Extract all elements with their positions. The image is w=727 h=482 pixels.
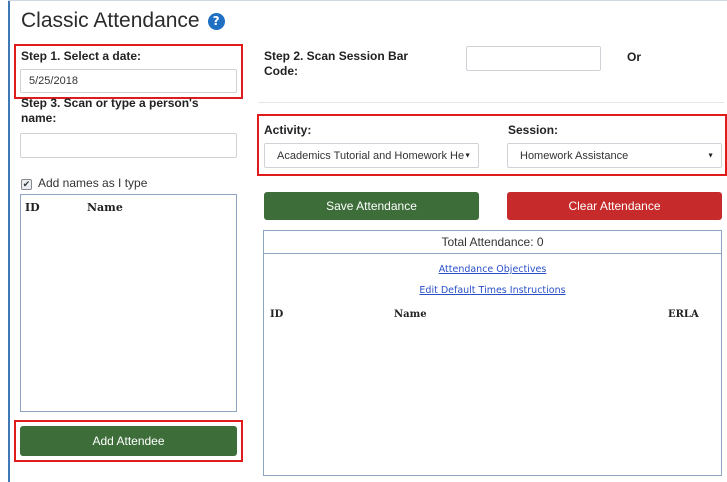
step3-label: Step 3. Scan or type a person's name: <box>21 96 199 125</box>
page-title: Classic Attendance ? <box>21 9 225 33</box>
left-border <box>8 0 10 482</box>
clear-attendance-button[interactable]: Clear Attendance <box>507 192 722 220</box>
session-barcode-input[interactable] <box>466 46 601 71</box>
attendance-name-header: Name <box>394 309 427 320</box>
add-names-checkbox[interactable]: ✔ <box>21 179 32 190</box>
add-names-label: Add names as I type <box>38 176 148 190</box>
names-list-id-header: ID <box>25 201 40 214</box>
names-list-name-header: Name <box>87 201 123 214</box>
page-title-text: Classic Attendance <box>21 9 200 32</box>
attendance-erla-header: ERLA <box>668 309 699 320</box>
attendance-panel: Total Attendance: 0 Attendance Objective… <box>263 230 722 476</box>
section-divider <box>258 102 724 103</box>
activity-session-highlight <box>257 114 727 176</box>
attendance-objectives-link[interactable]: Attendance Objectives <box>264 264 721 275</box>
names-list[interactable]: ID Name <box>20 194 237 412</box>
total-attendance: Total Attendance: 0 <box>264 231 721 254</box>
edit-default-times-link[interactable]: Edit Default Times Instructions <box>264 285 721 296</box>
question-circle-icon[interactable]: ? <box>207 12 225 30</box>
top-border <box>8 0 727 1</box>
person-name-input[interactable] <box>20 133 237 158</box>
step1-highlight <box>14 44 243 99</box>
step2-label: Step 2. Scan Session Bar Code: <box>264 49 409 78</box>
save-attendance-button[interactable]: Save Attendance <box>264 192 479 220</box>
add-attendee-highlight <box>14 420 243 462</box>
attendance-id-header: ID <box>270 309 284 320</box>
or-label: Or <box>627 50 642 64</box>
